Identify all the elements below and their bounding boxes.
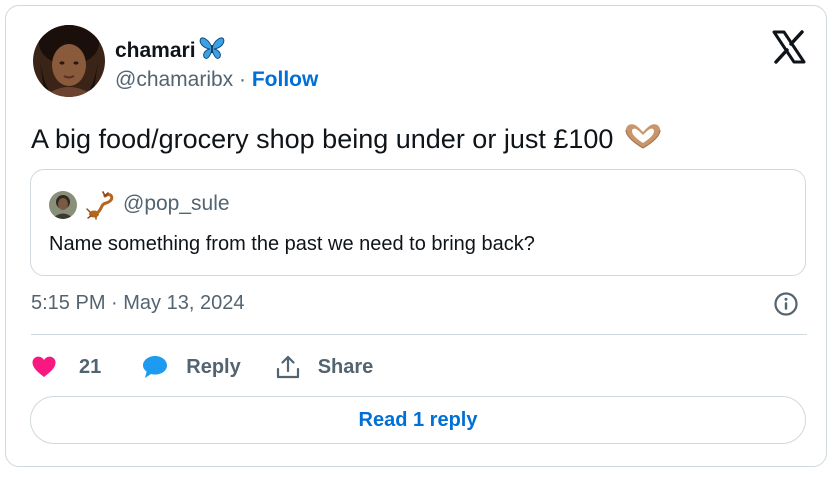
- like-button[interactable]: 21: [31, 355, 101, 379]
- scorpion-icon: [85, 190, 115, 220]
- handle-separator: ·: [233, 68, 252, 91]
- tweet-timestamp[interactable]: 5:15 PM · May 13, 2024: [31, 292, 244, 315]
- share-icon: [275, 354, 301, 380]
- x-logo-icon[interactable]: [772, 30, 806, 64]
- author-name-text: chamari: [115, 39, 196, 62]
- quoted-tweet-text: Name something from the past we need to …: [49, 233, 535, 255]
- tweet-embed-card: chamari @chamaribx · Follow A big food/g…: [5, 5, 827, 467]
- speech-bubble-icon: [141, 354, 169, 380]
- quoted-tweet[interactable]: @pop_sule Name something from the past w…: [30, 169, 806, 276]
- like-count: 21: [79, 355, 102, 378]
- author-handle[interactable]: @chamaribx: [115, 68, 233, 91]
- share-label: Share: [317, 355, 374, 378]
- action-bar: 21 Reply Share: [31, 352, 373, 382]
- tweet-text: A big food/grocery shop being under or j…: [31, 122, 663, 157]
- info-icon[interactable]: [773, 291, 799, 317]
- reply-button[interactable]: Reply: [141, 354, 241, 380]
- butterfly-icon: [199, 36, 225, 66]
- reply-label: Reply: [186, 355, 241, 378]
- divider: [31, 334, 807, 335]
- author-handle-line: @chamaribx · Follow: [115, 68, 318, 92]
- heart-hands-icon: [623, 122, 663, 157]
- read-replies-label: Read 1 reply: [358, 408, 478, 431]
- quoted-author-avatar[interactable]: [49, 191, 77, 219]
- share-button[interactable]: Share: [275, 354, 374, 380]
- quoted-author-handle[interactable]: @pop_sule: [123, 192, 230, 216]
- read-replies-button[interactable]: Read 1 reply: [30, 396, 806, 444]
- follow-link[interactable]: Follow: [252, 68, 319, 91]
- author-name[interactable]: chamari: [115, 36, 225, 66]
- heart-icon: [31, 355, 57, 379]
- author-avatar[interactable]: [33, 25, 105, 97]
- tweet-text-body: A big food/grocery shop being under or j…: [31, 124, 614, 154]
